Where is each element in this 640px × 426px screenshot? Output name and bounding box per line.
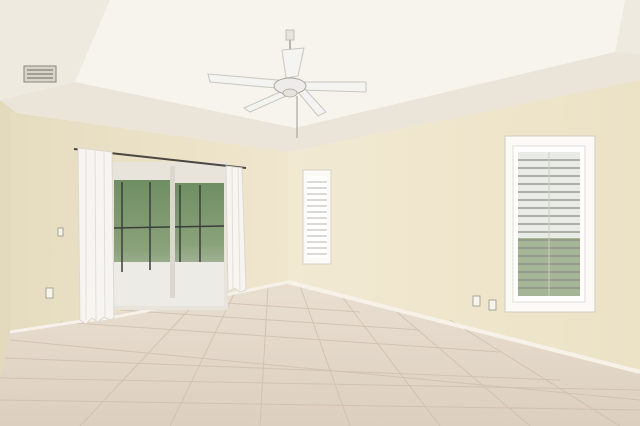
room-illustration — [0, 0, 640, 426]
fan-blade-east — [301, 81, 367, 93]
light-switch — [57, 227, 64, 237]
room-photo — [0, 0, 640, 426]
wall-outlet-back — [45, 287, 54, 299]
door-center-mullion — [170, 166, 175, 298]
fan-light-cap — [282, 88, 298, 98]
lanai-floor — [114, 262, 224, 306]
wall-outlet-right-2 — [488, 299, 497, 311]
wall-outlet-right-1 — [472, 295, 481, 307]
curtain-right — [225, 165, 247, 293]
